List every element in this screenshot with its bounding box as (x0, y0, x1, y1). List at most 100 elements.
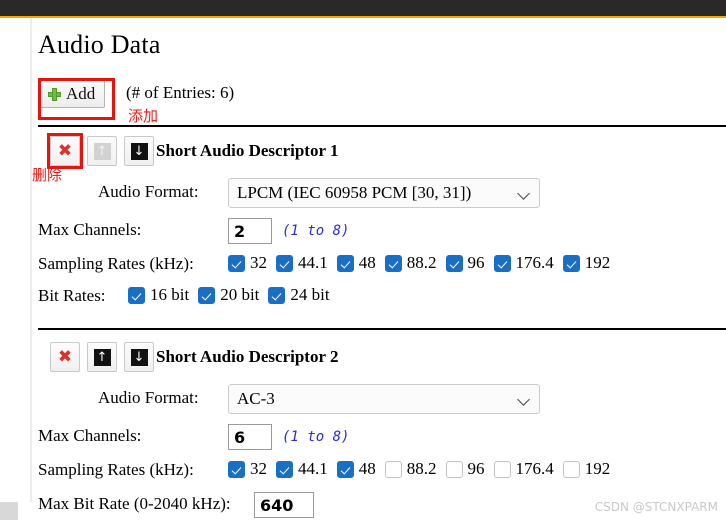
checkbox-checked-icon[interactable] (128, 286, 145, 304)
descriptor-2-delete-button[interactable]: ✖ (50, 342, 80, 372)
checkbox-item[interactable]: 88.2 (384, 459, 437, 479)
checkbox-unchecked-icon[interactable] (384, 460, 402, 478)
checkbox-checked-icon[interactable] (336, 460, 354, 478)
divider-middle (38, 328, 726, 330)
checkbox-checked-icon[interactable] (268, 286, 286, 304)
delete-annotation-label: 删除 (32, 166, 63, 184)
divider-top (38, 125, 726, 127)
checkbox-item[interactable]: 44.1 (276, 459, 328, 479)
checkbox-checked-icon[interactable] (384, 254, 402, 272)
checkbox-item[interactable]: 88.2 (384, 253, 437, 273)
descriptor-2-audio-format-select[interactable]: AC-3 (228, 384, 540, 414)
arrow-down-icon: ↓ (130, 142, 148, 160)
descriptor-1-move-down-button[interactable]: ↓ (124, 136, 154, 166)
checkbox-unchecked-icon[interactable] (493, 460, 511, 478)
checkbox-item[interactable]: 16 bit (128, 285, 189, 305)
checkbox-label: 44.1 (298, 459, 328, 478)
checkbox-label: 96 (467, 253, 485, 272)
window-titlebar (0, 0, 726, 16)
checkbox-checked-icon[interactable] (228, 254, 245, 272)
descriptor-1-delete-button[interactable]: ✖ (50, 136, 80, 166)
descriptor-1-max-channels-value: 2 (234, 221, 246, 241)
descriptor-1-max-channels-input[interactable]: 2 (228, 218, 272, 244)
checkbox-label: 32 (250, 253, 267, 272)
checkbox-item[interactable]: 48 (336, 459, 376, 479)
checkbox-item[interactable]: 20 bit (198, 285, 259, 305)
left-rail (0, 18, 30, 520)
checkbox-label: 16 bit (150, 285, 190, 304)
descriptor-2-audio-format-value: AC-3 (237, 389, 275, 408)
application-window: Audio Data Add (# of Entries: 6) 添加 ✖ ↑ (0, 0, 726, 520)
checkbox-item[interactable]: 44.1 (276, 253, 328, 273)
checkbox-item[interactable]: 176.4 (493, 253, 554, 273)
descriptor-2-max-channels-value: 6 (234, 427, 246, 447)
checkbox-checked-icon[interactable] (198, 286, 216, 304)
checkbox-label: 44.1 (298, 253, 328, 272)
scrollbar-thumb[interactable] (0, 502, 18, 520)
checkbox-item[interactable]: 192 (562, 253, 611, 273)
descriptor-2-move-down-button[interactable]: ↓ (124, 342, 154, 372)
arrow-up-icon: ↑ (93, 348, 111, 366)
descriptor-2-move-up-button[interactable]: ↑ (87, 342, 117, 372)
max-channels-hint: (1 to 8) (282, 223, 350, 239)
checkbox-label: 192 (584, 253, 611, 272)
checkbox-label: 88.2 (406, 459, 437, 478)
plus-icon (48, 87, 61, 101)
checkbox-checked-icon[interactable] (336, 254, 354, 272)
entries-count: (# of Entries: 6) (126, 83, 235, 102)
checkbox-label: 96 (467, 459, 485, 478)
audio-format-label: Audio Format: (98, 182, 199, 201)
checkbox-unchecked-icon[interactable] (562, 460, 580, 478)
descriptor-2-sampling-rates-group: 32 44.1 48 88.2 96 176.4 192 (228, 459, 619, 479)
checkbox-label: 176.4 (515, 253, 554, 272)
descriptor-2-max-channels-input[interactable]: 6 (228, 424, 272, 450)
page-title: Audio Data (38, 30, 161, 59)
sampling-rates-label: Sampling Rates (kHz): (38, 254, 194, 273)
add-button-label: Add (66, 84, 96, 103)
add-button[interactable]: Add (40, 80, 106, 108)
sampling-rates-label: Sampling Rates (kHz): (38, 460, 194, 479)
chevron-down-icon (517, 392, 531, 406)
descriptor-1-audio-format-select[interactable]: LPCM (IEC 60958 PCM [30, 31]) (228, 178, 540, 208)
checkbox-checked-icon[interactable] (445, 254, 463, 272)
page-content: Audio Data Add (# of Entries: 6) 添加 ✖ ↑ (32, 18, 726, 520)
arrow-down-icon: ↓ (130, 348, 148, 366)
descriptor-2-title: Short Audio Descriptor 2 (156, 347, 339, 366)
checkbox-item[interactable]: 96 (445, 253, 485, 273)
descriptor-1-title: Short Audio Descriptor 1 (156, 141, 339, 160)
checkbox-label: 48 (358, 253, 376, 272)
descriptor-1-audio-format-value: LPCM (IEC 60958 PCM [30, 31]) (237, 183, 472, 202)
checkbox-unchecked-icon[interactable] (445, 460, 463, 478)
audio-format-label: Audio Format: (98, 388, 199, 407)
descriptor-1-sampling-rates-group: 32 44.1 48 88.2 96 176.4 192 (228, 253, 619, 273)
add-annotation-label: 添加 (128, 107, 159, 125)
max-bit-rate-label: Max Bit Rate (0-2040 kHz): (38, 494, 231, 513)
checkbox-checked-icon[interactable] (493, 254, 511, 272)
max-channels-hint: (1 to 8) (282, 429, 350, 445)
checkbox-checked-icon[interactable] (276, 460, 293, 478)
checkbox-label: 32 (250, 459, 267, 478)
chevron-down-icon (517, 186, 531, 200)
arrow-up-icon: ↑ (93, 142, 111, 160)
max-channels-label: Max Channels: (38, 220, 142, 239)
checkbox-item[interactable]: 24 bit (268, 285, 330, 305)
checkbox-item[interactable]: 96 (445, 459, 485, 479)
checkbox-label: 192 (584, 459, 611, 478)
checkbox-label: 176.4 (515, 459, 554, 478)
close-icon: ✖ (57, 346, 73, 367)
checkbox-item[interactable]: 176.4 (493, 459, 554, 479)
descriptor-1-move-up-button: ↑ (87, 136, 117, 166)
checkbox-checked-icon[interactable] (276, 254, 293, 272)
checkbox-item[interactable]: 32 (228, 253, 267, 273)
close-icon: ✖ (57, 140, 73, 161)
checkbox-label: 88.2 (406, 253, 437, 272)
descriptor-2-max-bit-rate-value: 640 (260, 495, 294, 515)
checkbox-checked-icon[interactable] (228, 460, 245, 478)
checkbox-item[interactable]: 48 (336, 253, 376, 273)
checkbox-checked-icon[interactable] (562, 254, 580, 272)
checkbox-item[interactable]: 32 (228, 459, 267, 479)
descriptor-2-max-bit-rate-input[interactable]: 640 (254, 492, 314, 518)
checkbox-label: 20 bit (220, 285, 260, 304)
checkbox-label: 24 bit (290, 285, 330, 304)
checkbox-item[interactable]: 192 (562, 459, 611, 479)
